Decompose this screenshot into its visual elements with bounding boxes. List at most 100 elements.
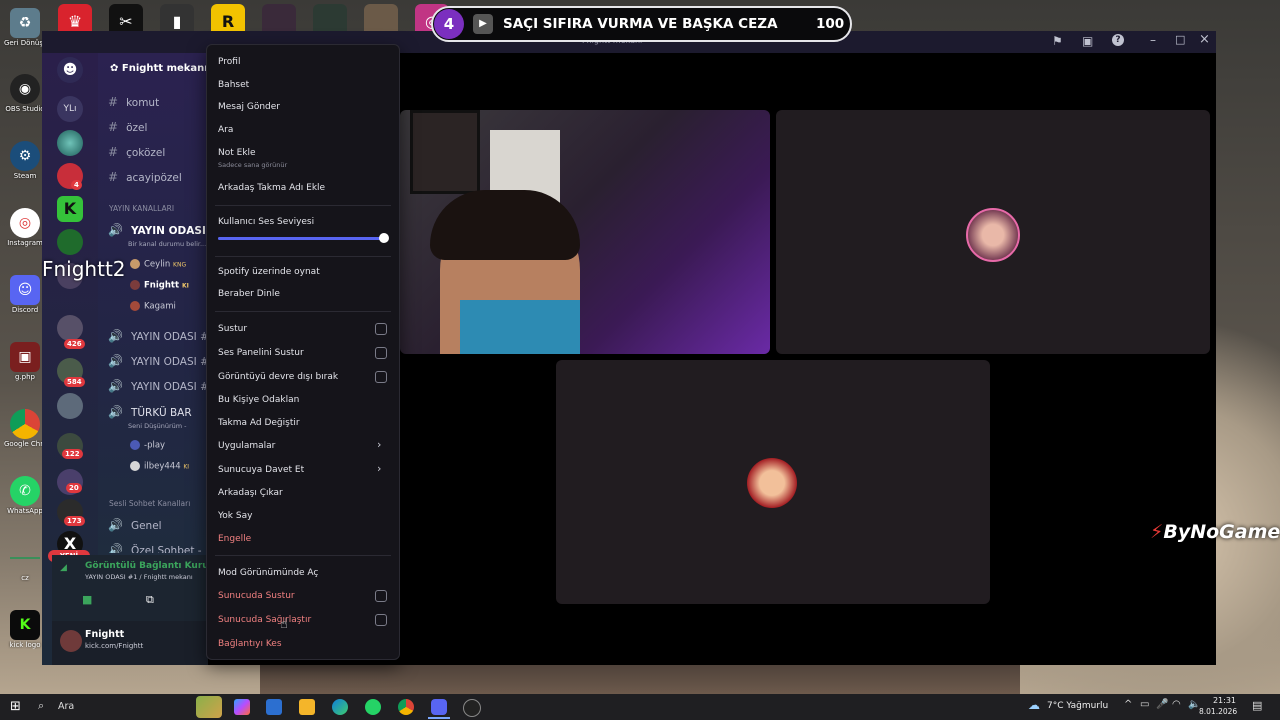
volume-handle[interactable] xyxy=(379,233,389,243)
voice-user[interactable]: Ceylin KNG xyxy=(130,259,186,270)
screen-share-icon[interactable]: ⧉ xyxy=(146,593,154,607)
menu-item-block[interactable]: Engelle xyxy=(218,534,251,544)
discord-icon[interactable] xyxy=(431,699,447,715)
mute-checkbox[interactable] xyxy=(375,323,387,335)
voice-channel-turku-bar[interactable]: 🔊 TÜRKÜ BAR xyxy=(108,405,192,419)
menu-item-add-note[interactable]: Not Ekle xyxy=(218,148,256,158)
menu-item-remove-friend[interactable]: Arkadaşı Çıkar xyxy=(218,488,283,498)
server-header[interactable]: ✿ Fnightt mekanı xyxy=(110,63,208,74)
soundboard-checkbox[interactable] xyxy=(375,347,387,359)
chevron-up-icon[interactable]: ^ xyxy=(1124,699,1132,710)
close-icon[interactable]: × xyxy=(1199,32,1210,47)
desktop-icon-cz[interactable]: cz xyxy=(4,543,46,582)
menu-item-disable-video[interactable]: Görüntüyü devre dışı bırak xyxy=(218,372,338,382)
menu-item-invite[interactable]: Sunucuya Davet Et xyxy=(218,465,304,475)
desktop-icon-obs[interactable]: ◉ OBS Studio xyxy=(4,74,46,113)
copilot-icon[interactable] xyxy=(234,699,250,715)
whatsapp-icon[interactable] xyxy=(365,699,381,715)
category-header[interactable]: YAYIN KANALLARI xyxy=(109,204,174,213)
server-icon[interactable] xyxy=(57,315,83,341)
video-tile-avatar[interactable] xyxy=(556,360,990,604)
volume-slider[interactable] xyxy=(218,233,389,243)
text-channel[interactable]: # çoközel xyxy=(108,145,165,159)
clock-date[interactable]: 8.01.2026 xyxy=(1199,707,1237,716)
camera-icon[interactable]: ■ xyxy=(82,593,92,606)
inbox-icon[interactable]: ▣ xyxy=(1082,34,1093,48)
device-icon[interactable]: ▭ xyxy=(1140,699,1149,710)
menu-item-spotify[interactable]: Spotify üzerinde oynat xyxy=(218,267,320,277)
maximize-icon[interactable]: □ xyxy=(1175,33,1185,46)
clock-time[interactable]: 21:31 xyxy=(1206,696,1236,705)
desktop-icon-gphp[interactable]: ▣ g.php xyxy=(4,342,46,381)
weather-text[interactable]: 7°C Yağmurlu xyxy=(1047,701,1108,711)
voice-channel[interactable]: 🔊 YAYIN ODASI #2 xyxy=(108,329,216,343)
connection-location[interactable]: YAYIN ODASI #1 / Fnightt mekanı xyxy=(85,573,193,581)
chrome-icon[interactable] xyxy=(398,699,414,715)
disable-video-checkbox[interactable] xyxy=(375,371,387,383)
voice-user[interactable]: ilbey444 KI xyxy=(130,461,189,472)
desktop-icon-whatsapp[interactable]: ✆ WhatsApp xyxy=(4,476,46,515)
help-icon[interactable]: ? xyxy=(1112,34,1124,46)
voice-channel[interactable]: 🔊 YAYIN ODASI #4 xyxy=(108,379,216,393)
menu-item-message[interactable]: Mesaj Gönder xyxy=(218,102,280,112)
file-explorer-icon[interactable] xyxy=(299,699,315,715)
obs-icon[interactable] xyxy=(463,699,481,717)
notifications-icon[interactable]: ▤ xyxy=(1252,699,1262,712)
menu-item-server-mute[interactable]: Sunucuda Sustur xyxy=(218,591,295,601)
desktop-icon-recycle-bin[interactable]: ♻ Geri Dönüşüm xyxy=(4,8,46,47)
discord-home-icon[interactable]: ☻ xyxy=(57,57,83,83)
menu-item-server-deafen[interactable]: Sunucuda Sağırlaştır xyxy=(218,615,311,625)
desktop-icon-instagram[interactable]: ◎ Instagram xyxy=(4,208,46,247)
menu-item-ignore[interactable]: Yok Say xyxy=(218,511,252,521)
voice-channel[interactable]: 🔊 Özel Sohbet - 1 xyxy=(108,543,212,553)
voice-user[interactable]: Kagami xyxy=(130,301,176,312)
menu-item-focus[interactable]: Bu Kişiye Odaklan xyxy=(218,395,299,405)
hair-shape xyxy=(430,190,580,260)
category-header[interactable]: Sesli Sohbet Kanalları xyxy=(109,499,190,508)
store-icon[interactable] xyxy=(266,699,282,715)
avatar[interactable] xyxy=(60,630,82,652)
menu-item-mute[interactable]: Sustur xyxy=(218,324,247,334)
menu-item-profile[interactable]: Profil xyxy=(218,57,240,67)
server-icon-yli[interactable]: YLı xyxy=(57,96,83,122)
microphone-icon[interactable]: 🎤 xyxy=(1156,699,1168,710)
voice-user[interactable]: Fnightt KI xyxy=(130,280,189,291)
desktop-icon-steam[interactable]: ⚙ Steam xyxy=(4,141,46,180)
menu-item-apps[interactable]: Uygulamalar xyxy=(218,441,275,451)
kick-server-icon[interactable]: K xyxy=(57,196,83,222)
menu-item-friend-nickname[interactable]: Arkadaş Takma Adı Ekle xyxy=(218,183,325,193)
user-name[interactable]: Fnightt xyxy=(85,629,124,640)
server-icon[interactable] xyxy=(57,130,83,156)
wifi-icon[interactable]: ◠ xyxy=(1172,699,1181,710)
text-channel[interactable]: # acayipözel xyxy=(108,170,182,184)
text-channel[interactable]: # komut xyxy=(108,95,159,109)
menu-item-mute-soundboard[interactable]: Ses Panelini Sustur xyxy=(218,348,304,358)
desktop-icon-kick[interactable]: K kick logo xyxy=(4,610,46,649)
menu-item-listen-along[interactable]: Beraber Dinle xyxy=(218,289,280,299)
windows-start-icon[interactable]: ⊞ xyxy=(10,699,21,714)
weather-icon[interactable]: ☁ xyxy=(1028,698,1040,712)
voice-channel[interactable]: 🔊 Genel xyxy=(108,518,162,532)
minimize-icon[interactable]: – xyxy=(1150,33,1156,47)
desktop-icon-discord[interactable]: ☺ Discord xyxy=(4,275,46,314)
server-icon[interactable] xyxy=(57,393,83,419)
webcam-body-shape xyxy=(260,660,1020,694)
desktop-icon-chrome[interactable]: Google Chrome xyxy=(4,409,46,448)
menu-item-change-nickname[interactable]: Takma Ad Değiştir xyxy=(218,418,300,428)
server-icon[interactable] xyxy=(57,229,83,255)
video-tile-camera[interactable] xyxy=(400,110,770,354)
server-mute-checkbox[interactable] xyxy=(375,590,387,602)
menu-item-mention[interactable]: Bahset xyxy=(218,80,249,90)
video-tile-avatar[interactable] xyxy=(776,110,1210,354)
server-deafen-checkbox[interactable] xyxy=(375,614,387,626)
menu-item-disconnect[interactable]: Bağlantıyı Kes xyxy=(218,639,282,649)
flag-icon[interactable]: ⚑ xyxy=(1052,34,1063,48)
taskbar-search[interactable]: ⌕ Ara xyxy=(32,694,222,720)
voice-icon: 🔊 xyxy=(108,379,123,393)
voice-channel[interactable]: 🔊 YAYIN ODASI #3 xyxy=(108,354,216,368)
edge-icon[interactable] xyxy=(332,699,348,715)
menu-item-mod-view[interactable]: Mod Görünümünde Aç xyxy=(218,568,318,578)
text-channel[interactable]: # özel xyxy=(108,120,147,134)
voice-user[interactable]: -play xyxy=(130,440,165,451)
menu-item-call[interactable]: Ara xyxy=(218,125,233,135)
